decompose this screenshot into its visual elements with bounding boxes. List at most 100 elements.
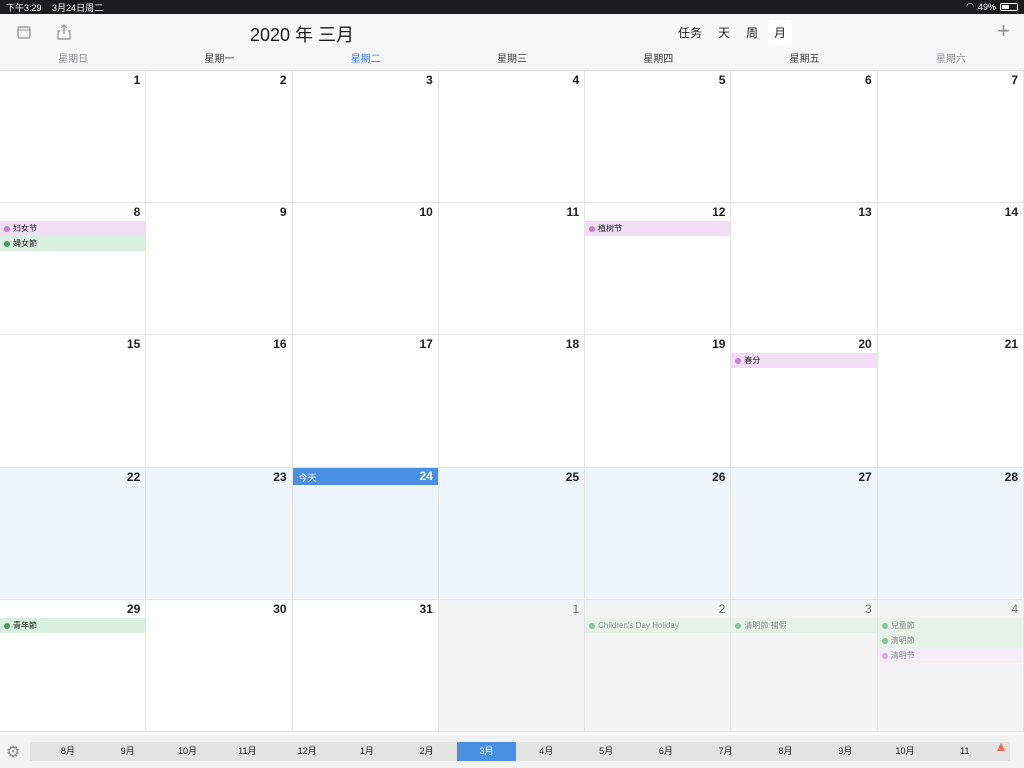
- day-cell[interactable]: 12 植树节: [585, 203, 732, 336]
- day-number: 25: [565, 469, 580, 484]
- month-strip-item[interactable]: 5月: [576, 742, 636, 761]
- day-cell[interactable]: 7: [877, 71, 1024, 204]
- event-item[interactable]: 植树节: [585, 221, 731, 237]
- month-strip-item[interactable]: 10月: [158, 742, 218, 761]
- day-number: 22: [126, 469, 141, 484]
- event-dot-icon: [735, 358, 742, 365]
- month-strip-item[interactable]: 3月: [456, 742, 517, 761]
- day-cell[interactable]: 9: [146, 203, 293, 336]
- event-item[interactable]: Children's Day Holiday: [585, 617, 731, 633]
- month-strip-item[interactable]: 8月: [756, 742, 816, 761]
- event-item[interactable]: 清明節: [877, 632, 1023, 648]
- day-number: 7: [1011, 73, 1018, 87]
- day-number: 29: [126, 601, 141, 616]
- event-list: 青年節: [0, 617, 146, 633]
- month-strip-item[interactable]: 6月: [636, 742, 696, 761]
- day-cell[interactable]: 20 春分: [731, 335, 878, 468]
- day-number: 18: [565, 337, 580, 352]
- month-strip-item[interactable]: 7月: [696, 742, 756, 761]
- day-number: 9: [279, 205, 287, 220]
- day-cell[interactable]: 6: [731, 71, 878, 204]
- view-tab-day[interactable]: 天: [712, 20, 736, 45]
- event-title: 植树节: [598, 224, 623, 234]
- day-cell[interactable]: 今天 24: [292, 467, 439, 600]
- day-number: 8: [133, 205, 141, 220]
- day-cell[interactable]: 8 妇女节 婦女節: [0, 203, 147, 336]
- month-strip-item[interactable]: 2月: [397, 742, 457, 761]
- event-title: Children's Day Holiday: [598, 620, 679, 630]
- day-cell[interactable]: 29 青年節: [0, 599, 147, 732]
- day-cell[interactable]: 16: [146, 335, 293, 468]
- day-cell[interactable]: 19: [585, 335, 732, 468]
- day-cell[interactable]: 28: [877, 467, 1024, 600]
- event-dot-icon: [4, 241, 10, 248]
- calendar-icon[interactable]: [12, 20, 36, 44]
- event-item[interactable]: 兒童節: [877, 617, 1023, 633]
- day-cell[interactable]: 1: [438, 599, 586, 732]
- month-strip-item[interactable]: 12月: [277, 742, 337, 761]
- share-icon[interactable]: [52, 20, 76, 44]
- month-strip-item[interactable]: 4月: [516, 742, 576, 761]
- month-grid: 1 2 3 4 5 6 7 8 妇女节 婦女節 9 10 11 12 植树节 13 14 15 16 17 18 19 20…: [0, 70, 1024, 732]
- day-number: 30: [273, 601, 287, 616]
- day-number: 2: [718, 601, 726, 616]
- day-cell[interactable]: 31: [292, 599, 439, 732]
- weekday-label: 星期三: [496, 54, 527, 65]
- day-number: 12: [712, 205, 726, 220]
- day-cell[interactable]: 4: [438, 71, 586, 204]
- event-item[interactable]: 妇女节: [0, 221, 146, 237]
- day-cell[interactable]: 22: [0, 467, 147, 600]
- event-item[interactable]: 婦女節: [0, 236, 146, 252]
- day-number: 13: [858, 205, 872, 220]
- day-cell[interactable]: 26: [585, 467, 732, 600]
- month-strip-item[interactable]: 1月: [337, 742, 397, 761]
- day-number: 23: [273, 469, 287, 484]
- day-cell[interactable]: 1: [0, 71, 147, 204]
- day-cell[interactable]: 25: [438, 467, 586, 600]
- weekday-label: 星期二: [350, 54, 381, 65]
- day-cell[interactable]: 15: [0, 335, 147, 468]
- today-label: 今天: [298, 472, 317, 483]
- month-strip-item[interactable]: 9月: [815, 742, 875, 761]
- day-cell[interactable]: 14: [877, 203, 1024, 336]
- day-number: 1: [133, 73, 141, 87]
- gear-icon[interactable]: ⚙: [6, 742, 20, 762]
- event-item[interactable]: 清明节: [877, 647, 1023, 663]
- month-strip-item[interactable]: 8月: [38, 742, 98, 761]
- month-strip-item[interactable]: 9月: [98, 742, 158, 761]
- day-cell[interactable]: 18: [438, 335, 586, 468]
- day-number: 31: [419, 601, 433, 616]
- view-tab-month[interactable]: 月: [768, 20, 793, 45]
- event-list: Children's Day Holiday: [585, 617, 731, 633]
- day-cell[interactable]: 23: [146, 467, 293, 600]
- day-cell[interactable]: 21: [877, 335, 1024, 468]
- month-strip-edge: [30, 742, 38, 761]
- event-item[interactable]: 青年節: [0, 617, 146, 633]
- day-cell[interactable]: 4 兒童節 清明節 清明节: [877, 599, 1024, 732]
- event-dot-icon: [881, 652, 888, 659]
- view-tab-tasks[interactable]: 任务: [672, 20, 708, 45]
- day-cell[interactable]: 10: [292, 203, 439, 336]
- day-cell[interactable]: 17: [292, 335, 439, 468]
- day-cell[interactable]: 2: [146, 71, 293, 204]
- day-cell[interactable]: 3 清明節 補假: [731, 599, 878, 732]
- event-dot-icon: [589, 226, 596, 233]
- month-strip-item[interactable]: 11月: [217, 742, 277, 761]
- event-dot-icon: [881, 622, 888, 629]
- day-cell[interactable]: 2 Children's Day Holiday: [585, 599, 732, 732]
- day-cell[interactable]: 27: [731, 467, 878, 600]
- view-tab-week[interactable]: 周: [740, 20, 764, 45]
- day-cell[interactable]: 13: [731, 203, 878, 336]
- day-cell[interactable]: 3: [292, 71, 439, 204]
- day-cell[interactable]: 11: [438, 203, 586, 336]
- plus-icon: +: [997, 18, 1010, 43]
- month-strip-item[interactable]: 11: [935, 742, 995, 761]
- month-strip-item[interactable]: 10月: [875, 742, 935, 761]
- weekday-label: 星期五: [789, 54, 820, 65]
- event-item[interactable]: 春分: [731, 353, 877, 369]
- event-item[interactable]: 清明節 補假: [731, 617, 877, 633]
- event-dot-icon: [4, 226, 10, 233]
- day-cell[interactable]: 30: [146, 599, 293, 732]
- add-event-button[interactable]: +: [997, 18, 1010, 44]
- day-cell[interactable]: 5: [585, 71, 732, 204]
